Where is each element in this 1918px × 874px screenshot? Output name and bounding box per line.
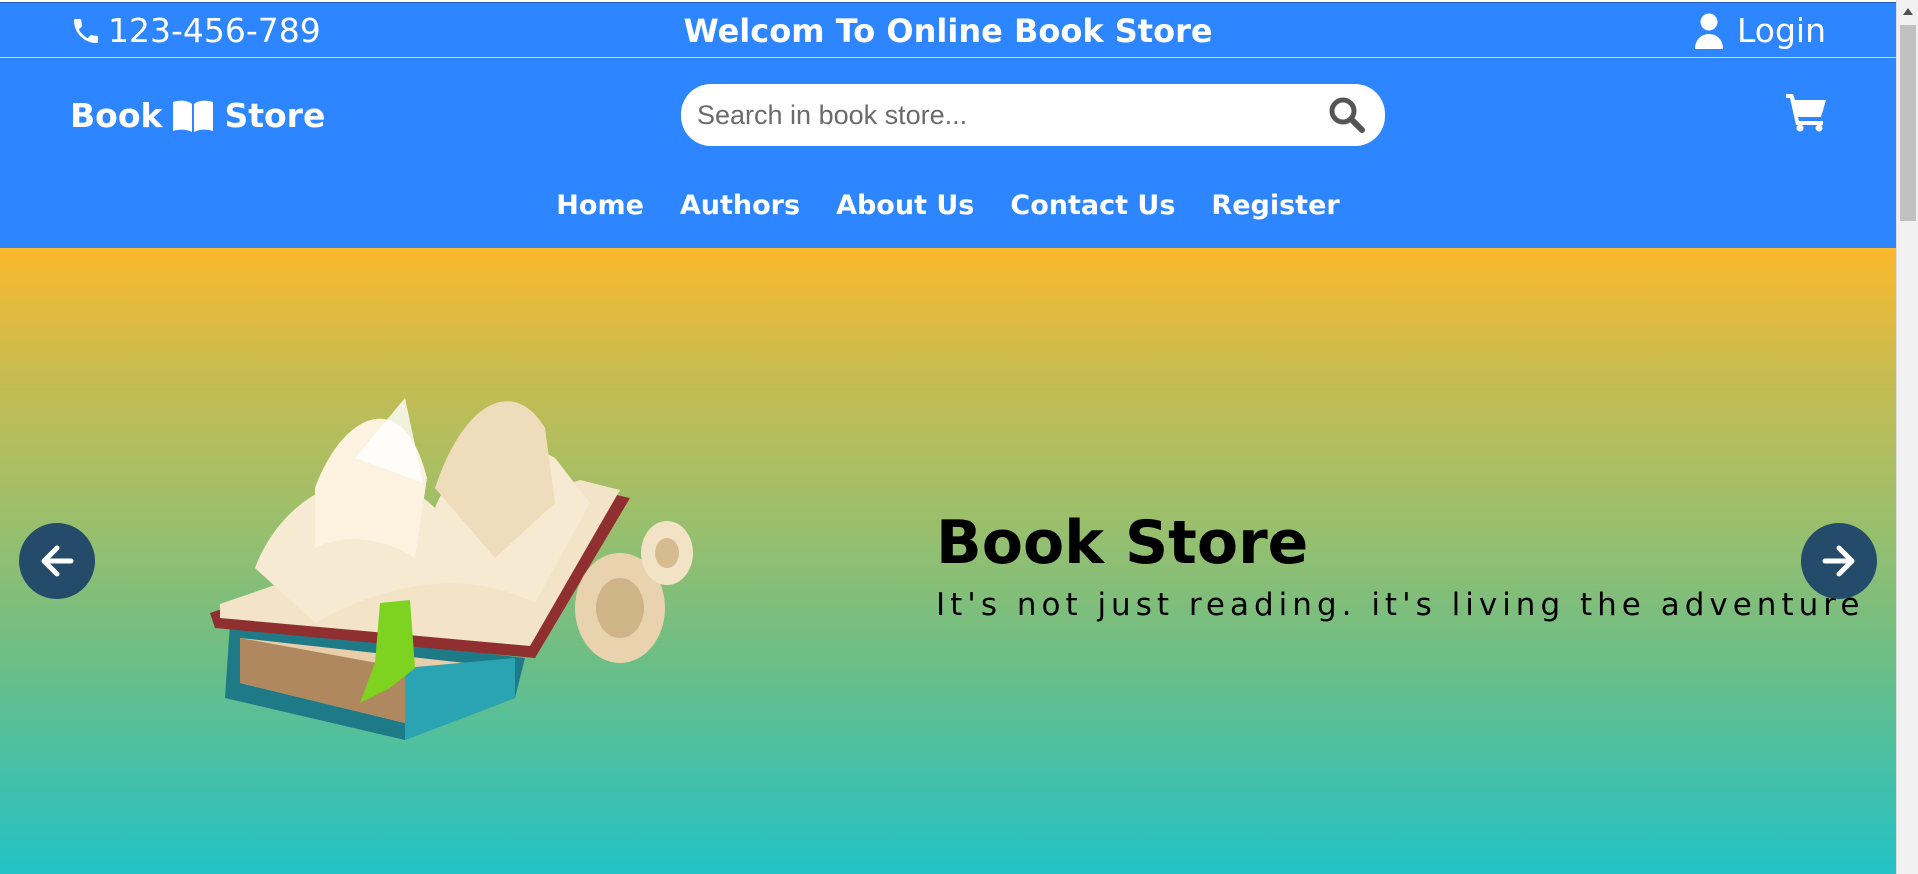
- scroll-thumb[interactable]: [1900, 25, 1916, 221]
- hero-slider: Book Store It's not just reading. it's l…: [0, 248, 1896, 874]
- open-book-icon: [173, 100, 214, 132]
- nav-home[interactable]: Home: [556, 186, 644, 225]
- nav-register[interactable]: Register: [1211, 186, 1339, 225]
- header: Book Store Home: [0, 58, 1896, 248]
- next-slide-button[interactable]: [1801, 523, 1877, 599]
- nav-contact-us[interactable]: Contact Us: [1010, 186, 1175, 225]
- cart-button[interactable]: [1786, 92, 1828, 136]
- prev-slide-button[interactable]: [19, 523, 95, 599]
- logo-text-right: Store: [224, 96, 326, 135]
- hero-subtitle: It's not just reading. it's living the a…: [936, 587, 1865, 623]
- hero-title: Book Store: [936, 508, 1309, 578]
- search-input[interactable]: [695, 98, 1317, 132]
- nav-about-us[interactable]: About Us: [836, 186, 974, 225]
- chevron-up-icon: [1903, 8, 1913, 15]
- cart-icon: [1786, 94, 1826, 132]
- arrow-right-icon: [1822, 545, 1855, 577]
- logo-text-left: Book: [70, 96, 163, 135]
- top-bar: 123-456-789 Welcom To Online Book Store …: [0, 2, 1896, 59]
- search-bar: [681, 84, 1385, 146]
- search-icon: [1329, 97, 1365, 133]
- search-button[interactable]: [1317, 85, 1377, 145]
- login-link[interactable]: Login: [1693, 11, 1826, 50]
- nav-authors[interactable]: Authors: [680, 186, 800, 225]
- logo[interactable]: Book Store: [70, 96, 325, 135]
- page: 123-456-789 Welcom To Online Book Store …: [0, 0, 1896, 874]
- scroll-up-button[interactable]: [1897, 0, 1918, 22]
- hero-text: Book Store It's not just reading. it's l…: [936, 513, 1864, 623]
- user-icon: [1694, 13, 1723, 49]
- main-nav: Home Authors About Us Contact Us Registe…: [0, 186, 1896, 225]
- welcome-message: Welcom To Online Book Store: [683, 12, 1213, 50]
- books-illustration: [195, 368, 715, 772]
- arrow-left-icon: [41, 545, 74, 577]
- scrollbar[interactable]: [1896, 0, 1918, 874]
- login-label: Login: [1736, 11, 1826, 50]
